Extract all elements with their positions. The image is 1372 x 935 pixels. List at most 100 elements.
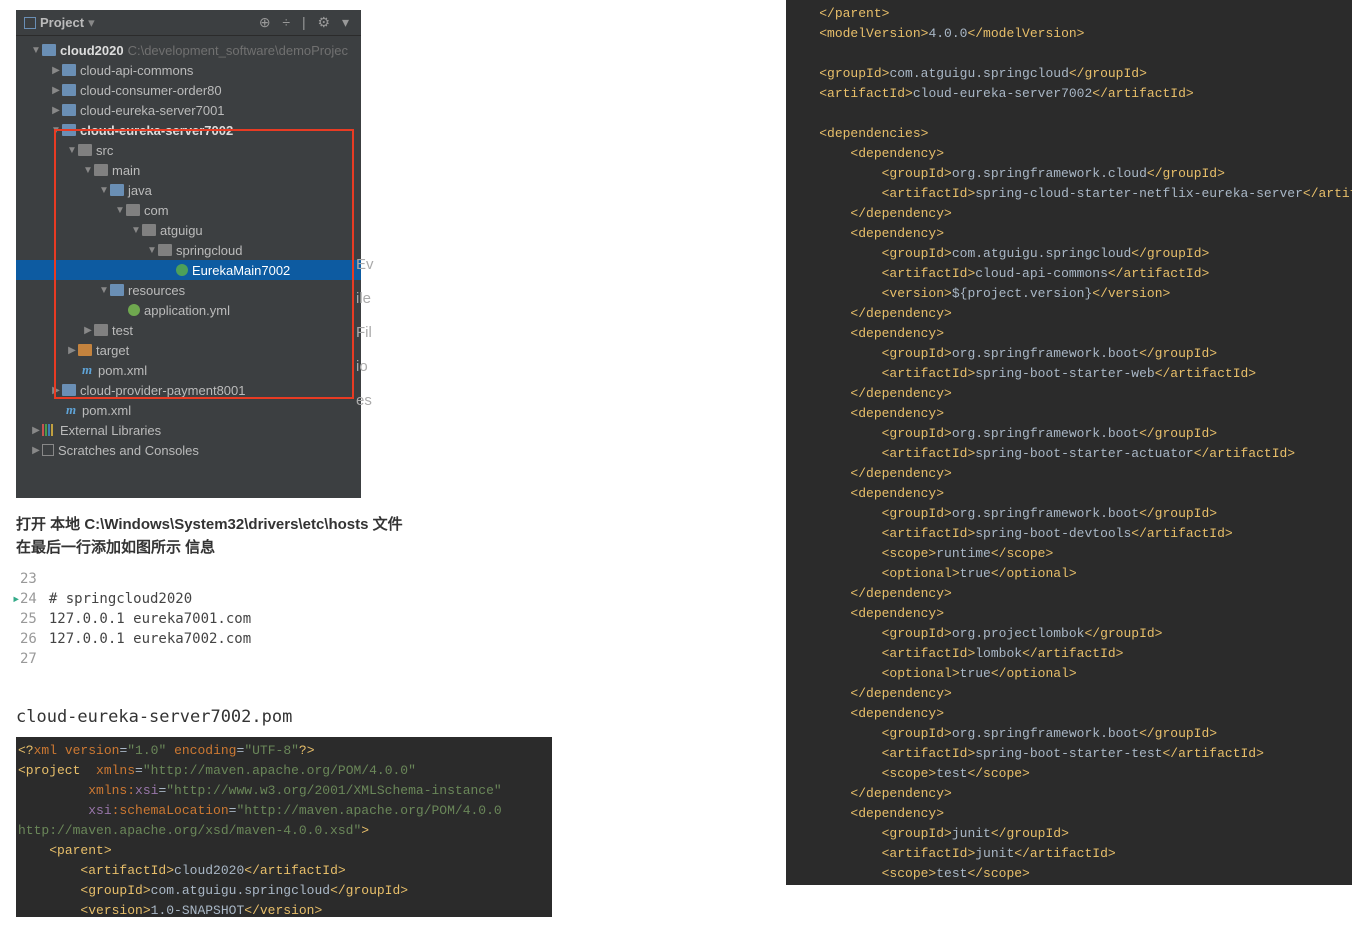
side-letter: Fil <box>356 316 374 350</box>
resources-folder: resources <box>128 283 185 298</box>
arrow-icon[interactable] <box>30 445 42 456</box>
arrow-icon[interactable] <box>98 185 110 196</box>
folder-icon <box>62 124 76 136</box>
project-icon <box>24 17 36 29</box>
hosts-line: 127.0.0.1 eureka7001.com <box>47 611 253 629</box>
toolbar-icons[interactable]: ⊕ ÷ | ⚙ ▾ <box>259 14 353 31</box>
tree-outer-pom[interactable]: m pom.xml <box>16 400 361 420</box>
root-path: C:\development_software\demoProjec <box>128 43 348 58</box>
module-name: cloud-provider-payment8001 <box>80 383 245 398</box>
folder-icon <box>142 224 156 236</box>
side-letter: ile <box>356 282 374 316</box>
folder-icon <box>94 164 108 176</box>
tree-scratches[interactable]: Scratches and Consoles <box>16 440 361 460</box>
tree-ext-lib[interactable]: External Libraries <box>16 420 361 440</box>
tree-module[interactable]: cloud-eureka-server7001 <box>16 100 361 120</box>
root-name: cloud2020 <box>60 43 124 58</box>
pom-heading: cloud-eureka-server7002.pom <box>16 707 646 727</box>
scratches-label: Scratches and Consoles <box>58 443 199 458</box>
tree-main[interactable]: main <box>16 160 361 180</box>
tree-test[interactable]: test <box>16 320 361 340</box>
tree-resources[interactable]: resources <box>16 280 361 300</box>
tree-root[interactable]: cloud2020 C:\development_software\demoPr… <box>16 40 361 60</box>
hosts-line <box>47 651 253 669</box>
folder-icon <box>62 104 76 116</box>
folder-icon <box>78 344 92 356</box>
tree-com[interactable]: com <box>16 200 361 220</box>
main-folder: main <box>112 163 140 178</box>
ide-project-header[interactable]: Project ▾ ⊕ ÷ | ⚙ ▾ <box>16 10 361 36</box>
folder-icon <box>110 284 124 296</box>
tree-main-class[interactable]: EurekaMain7002 <box>16 260 361 280</box>
arrow-icon[interactable] <box>30 45 42 56</box>
target-folder: target <box>96 343 129 358</box>
side-cropped-text: Ev ile Fil io es <box>356 248 374 418</box>
chevron-down-icon[interactable]: ▾ <box>88 15 95 31</box>
marker-icon: ▸ <box>12 591 20 607</box>
folder-icon <box>94 324 108 336</box>
scratches-icon <box>42 444 54 456</box>
arrow-icon[interactable] <box>50 385 62 396</box>
ide-project-panel: Project ▾ ⊕ ÷ | ⚙ ▾ cloud2020 C:\develop… <box>16 10 361 498</box>
yml-icon <box>128 304 140 316</box>
hosts-file-snippet: 23 ▸24# springcloud2020 25127.0.0.1 eure… <box>16 569 646 671</box>
tree-springcloud[interactable]: springcloud <box>16 240 361 260</box>
arrow-icon[interactable] <box>82 325 94 336</box>
folder-icon <box>62 384 76 396</box>
tree-module-expanded[interactable]: cloud-eureka-server7002 <box>16 120 361 140</box>
folder-icon <box>126 204 140 216</box>
arrow-icon[interactable] <box>130 225 142 236</box>
tree-module[interactable]: cloud-consumer-order80 <box>16 80 361 100</box>
arrow-icon[interactable] <box>50 85 62 96</box>
tree-src[interactable]: src <box>16 140 361 160</box>
side-letter: es <box>356 384 374 418</box>
tree-yml[interactable]: application.yml <box>16 300 361 320</box>
project-tree: cloud2020 C:\development_software\demoPr… <box>16 36 361 464</box>
lib-icon <box>42 424 56 436</box>
arrow-icon[interactable] <box>98 285 110 296</box>
tree-java[interactable]: java <box>16 180 361 200</box>
com-folder: com <box>144 203 169 218</box>
arrow-icon[interactable] <box>50 65 62 76</box>
line-number: 23 <box>18 571 45 589</box>
arrow-icon[interactable] <box>82 165 94 176</box>
tree-atguigu[interactable]: atguigu <box>16 220 361 240</box>
yml-file: application.yml <box>144 303 230 318</box>
java-class-icon <box>176 264 188 276</box>
instruction-line: 在最后一行添加如图所示 信息 <box>16 537 646 560</box>
tree-pom[interactable]: m pom.xml <box>16 360 361 380</box>
main-class-name: EurekaMain7002 <box>192 263 290 278</box>
arrow-icon[interactable] <box>30 425 42 436</box>
side-letter: Ev <box>356 248 374 282</box>
hosts-line: # springcloud2020 <box>47 591 253 609</box>
test-folder: test <box>112 323 133 338</box>
side-letter: io <box>356 350 374 384</box>
maven-icon: m <box>64 402 78 418</box>
springcloud-folder: springcloud <box>176 243 243 258</box>
arrow-icon[interactable] <box>66 145 78 156</box>
folder-icon <box>110 184 124 196</box>
tree-module[interactable]: cloud-provider-payment8001 <box>16 380 361 400</box>
hosts-line: 127.0.0.1 eureka7002.com <box>47 631 253 649</box>
instruction-line: 打开 本地 C:\Windows\System32\drivers\etc\ho… <box>16 514 646 537</box>
outer-pom-file: pom.xml <box>82 403 131 418</box>
project-title: Project <box>40 15 84 30</box>
tree-module[interactable]: cloud-api-commons <box>16 60 361 80</box>
tree-target[interactable]: target <box>16 340 361 360</box>
arrow-icon[interactable] <box>146 245 158 256</box>
arrow-icon[interactable] <box>114 205 126 216</box>
line-number: 26 <box>18 631 45 649</box>
module-name: cloud-api-commons <box>80 63 193 78</box>
pom-file: pom.xml <box>98 363 147 378</box>
arrow-icon[interactable] <box>66 345 78 356</box>
line-number: 25 <box>18 611 45 629</box>
line-number: ▸24 <box>18 591 45 609</box>
folder-icon <box>62 84 76 96</box>
module-name: cloud-eureka-server7001 <box>80 103 225 118</box>
pom-code-left: <?xml version="1.0" encoding="UTF-8"?> <… <box>16 737 552 917</box>
folder-icon <box>158 244 172 256</box>
instruction-text: 打开 本地 C:\Windows\System32\drivers\etc\ho… <box>16 514 646 559</box>
arrow-icon[interactable] <box>50 125 62 136</box>
src-folder: src <box>96 143 113 158</box>
arrow-icon[interactable] <box>50 105 62 116</box>
